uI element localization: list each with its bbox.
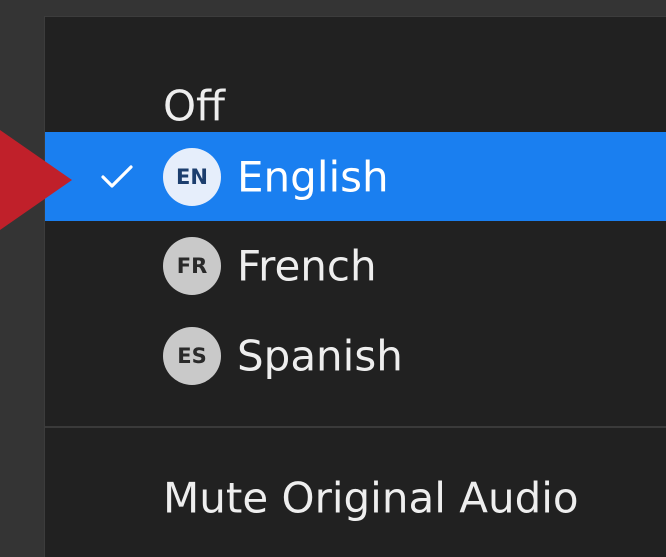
menu-separator [45, 426, 666, 428]
language-badge-en: EN [163, 147, 221, 206]
interpretation-language-menu: Off EN English FR French ES Spanish Mute… [44, 16, 666, 557]
menu-item-label: Mute Original Audio [163, 473, 579, 522]
menu-item-label: Spanish [237, 331, 403, 380]
language-badge-fr: FR [163, 236, 221, 295]
screen: Off EN English FR French ES Spanish Mute… [0, 0, 666, 557]
menu-item-label: French [237, 241, 377, 290]
menu-item-english[interactable]: EN English [45, 132, 666, 221]
menu-item-label: Off [163, 81, 225, 130]
language-badge-es: ES [163, 326, 221, 385]
menu-item-french[interactable]: FR French [45, 221, 666, 310]
menu-item-mute-original-audio[interactable]: Mute Original Audio [45, 453, 666, 542]
menu-item-spanish[interactable]: ES Spanish [45, 311, 666, 400]
red-arrow-pointer-icon [0, 130, 72, 230]
menu-item-label: English [237, 152, 389, 201]
checkmark-icon [97, 132, 137, 221]
